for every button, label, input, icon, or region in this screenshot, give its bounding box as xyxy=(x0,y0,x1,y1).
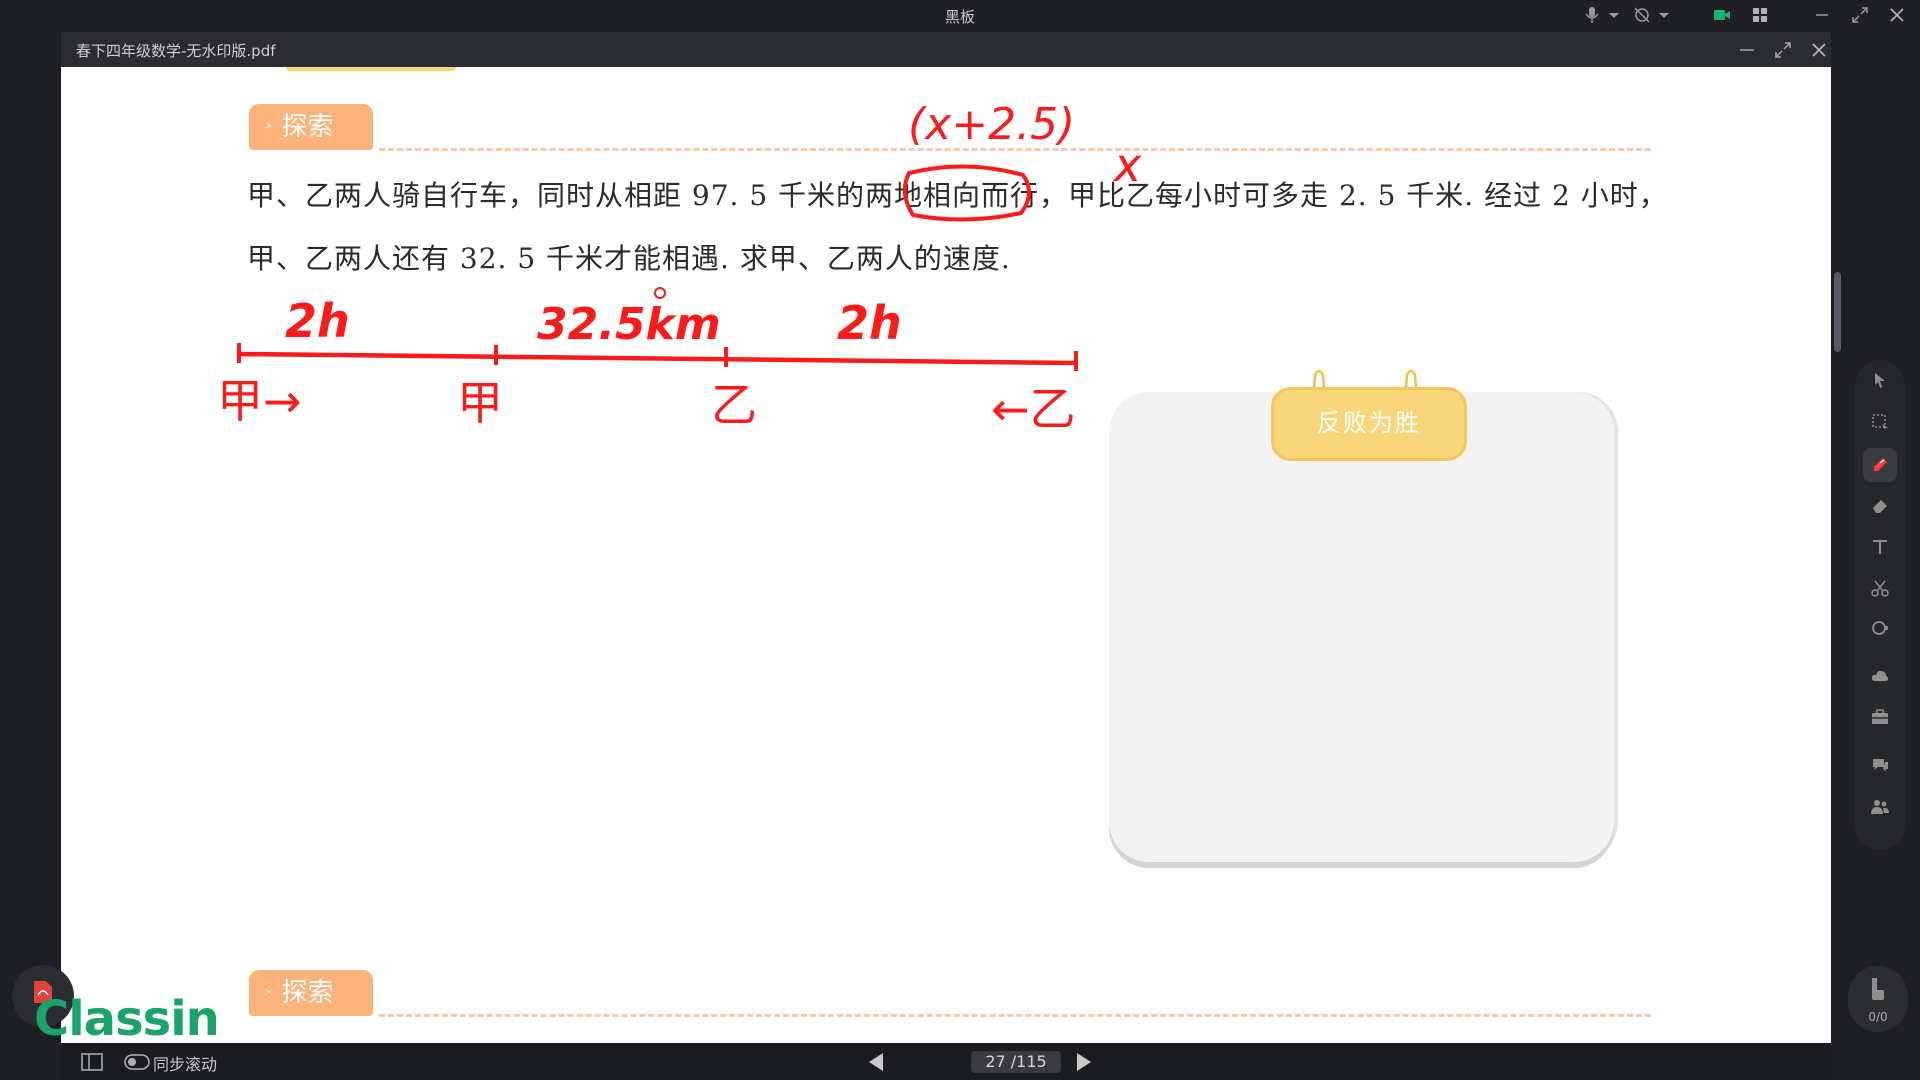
next-page-icon[interactable] xyxy=(1071,1051,1095,1073)
classin-logo: Classin xyxy=(12,965,222,1047)
chat-icon[interactable] xyxy=(1870,755,1890,775)
microphone-icon[interactable] xyxy=(1582,5,1602,25)
chevron-down-icon[interactable] xyxy=(1604,5,1624,25)
minimize-icon[interactable] xyxy=(1812,5,1832,25)
restore-icon[interactable] xyxy=(1850,5,1870,25)
ink-label-jia: 甲 xyxy=(457,376,503,430)
app-titlebar: 黑板 xyxy=(0,0,1920,30)
toggle-icon[interactable] xyxy=(124,1053,150,1071)
document-titlebar: 春下四年级数学-无水印版.pdf xyxy=(61,32,1831,67)
ink-expression: (x+2.5) xyxy=(908,99,1075,150)
bottom-toolbar: 同步滚动 27 /115 xyxy=(61,1043,1831,1080)
text-icon[interactable] xyxy=(1870,537,1890,557)
ink-label-yi: 乙 xyxy=(711,378,757,432)
section-tag-explore-2: · 探索 2 xyxy=(249,970,373,1043)
previous-page-icon[interactable] xyxy=(865,1051,889,1073)
ink-dot xyxy=(654,287,666,299)
shape-icon[interactable] xyxy=(1870,618,1890,638)
scissors-icon[interactable] xyxy=(1870,578,1890,598)
page-indicator[interactable]: 27 /115 xyxy=(971,1051,1061,1073)
toolbox-icon[interactable] xyxy=(1870,707,1890,727)
select-icon[interactable] xyxy=(1870,412,1890,432)
document-title: 春下四年级数学-无水印版.pdf xyxy=(76,42,276,60)
sidebar-toggle-icon[interactable] xyxy=(81,1052,103,1072)
whiteboard-toolbar xyxy=(1855,360,1905,850)
close-icon[interactable] xyxy=(1887,5,1907,25)
eraser-icon[interactable] xyxy=(1870,495,1890,515)
cloud-icon[interactable] xyxy=(1870,666,1890,686)
close-icon[interactable] xyxy=(1808,39,1830,61)
grid-icon[interactable] xyxy=(1750,5,1770,25)
logo-text: Classin xyxy=(34,991,220,1047)
users-icon[interactable] xyxy=(1870,797,1890,817)
ink-label-2h-left: 2h xyxy=(285,294,350,348)
scrollbar-thumb[interactable] xyxy=(1834,272,1841,352)
ink-label-distance: 32.5km xyxy=(537,299,721,350)
note-card xyxy=(1109,392,1614,862)
minimize-icon[interactable] xyxy=(1736,39,1758,61)
hand-raise-widget[interactable]: 0/0 xyxy=(1848,966,1908,1032)
ink-label-yi-start: ←乙 xyxy=(991,382,1076,436)
chevron-down-icon[interactable] xyxy=(1654,5,1674,25)
speaker-muted-icon[interactable] xyxy=(1632,5,1652,25)
section-divider xyxy=(379,1014,1651,1017)
sync-scroll-label[interactable]: 同步滚动 xyxy=(153,1051,217,1075)
note-label: 反败为胜 xyxy=(1271,387,1467,461)
pointer-icon[interactable] xyxy=(1870,370,1890,390)
camera-icon[interactable] xyxy=(1712,5,1732,25)
fullscreen-icon[interactable] xyxy=(1772,39,1794,61)
ink-circle xyxy=(902,164,1031,222)
hand-raise-count: 0/0 xyxy=(1868,1010,1888,1024)
ink-label-2h-right: 2h xyxy=(837,296,902,350)
ink-variable-x: x xyxy=(1112,138,1142,192)
pen-icon[interactable] xyxy=(1870,455,1890,475)
pdf-page[interactable]: · 探索 1 甲、乙两人骑自行车，同时从相距 97. 5 千米的两地相向而行，甲… xyxy=(61,67,1831,1043)
ink-number-line xyxy=(236,351,1079,366)
person-icon xyxy=(1872,978,1884,1000)
ink-label-jia-start: 甲→ xyxy=(217,374,302,428)
